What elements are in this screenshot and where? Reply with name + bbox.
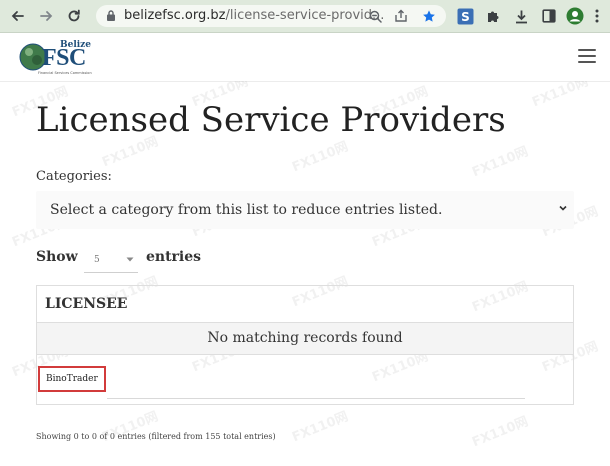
browser-toolbar: belizefsc.org.bz/license-service-provid.… [0, 0, 610, 33]
share-icon [395, 9, 407, 22]
downloads-button[interactable] [512, 7, 530, 25]
forward-icon [40, 11, 53, 21]
extension-s-button[interactable]: S [456, 7, 474, 25]
lock-icon [107, 10, 115, 21]
table-header-label: LICENSEE [45, 296, 128, 312]
zoom-button[interactable] [368, 9, 382, 23]
reload-icon [68, 9, 80, 22]
svg-text:S: S [461, 10, 470, 24]
extension-s-icon: S [457, 8, 473, 24]
bookmark-star-icon [423, 9, 435, 22]
side-panel-button[interactable] [540, 7, 558, 25]
address-bar[interactable]: belizefsc.org.bz/license-service-provid.… [96, 5, 446, 27]
entries-per-page-value: 5 [94, 255, 100, 265]
profile-button[interactable] [566, 7, 584, 25]
entries-label: entries [146, 249, 202, 265]
menu-button[interactable] [592, 7, 602, 25]
profile-icon [566, 7, 584, 25]
table-empty-row: No matching records found [37, 323, 573, 355]
categories-label: Categories: [36, 169, 112, 184]
watermark: FX110网 [470, 414, 531, 451]
watermark: FX110网 [470, 144, 531, 181]
watermark: FX110网 [290, 139, 351, 176]
caret-down-icon [126, 257, 134, 262]
kebab-menu-icon [595, 9, 599, 23]
download-icon [515, 10, 527, 23]
address-url: belizefsc.org.bz/license-service-provid.… [124, 8, 385, 23]
search-underline [107, 398, 525, 399]
sidepanel-icon [542, 9, 556, 23]
logo-tagline: Financial Services Commission [38, 71, 92, 75]
show-label: Show [36, 249, 78, 265]
logo-fsc-text: FSC [42, 45, 86, 71]
entries-per-page-select[interactable]: 5 [84, 248, 138, 273]
no-records-message: No matching records found [207, 330, 403, 346]
hamburger-menu-icon[interactable] [578, 49, 596, 65]
watermark: FX110网 [290, 409, 351, 446]
back-button[interactable] [8, 6, 28, 26]
watermark: FX110网 [530, 81, 591, 111]
puzzle-icon [487, 11, 498, 22]
chevron-down-icon [559, 205, 567, 211]
category-select[interactable]: Select a category from this list to redu… [36, 191, 574, 229]
forward-button[interactable] [36, 6, 56, 26]
fsc-logo[interactable]: Belize FSC Financial Services Commission [18, 39, 98, 77]
page-title: Licensed Service Providers [36, 100, 506, 140]
table-info: Showing 0 to 0 of 0 entries (filtered fr… [36, 432, 276, 441]
table-header-licensee[interactable]: LICENSEE [37, 286, 573, 323]
site-header: Belize FSC Financial Services Commission [0, 33, 610, 82]
category-select-value: Select a category from this list to redu… [50, 202, 443, 218]
zoom-icon [369, 10, 382, 23]
licensee-search-input[interactable]: BinoTrader [38, 366, 106, 392]
licensee-search-value: BinoTrader [46, 374, 98, 384]
reload-button[interactable] [64, 6, 84, 26]
back-icon [11, 11, 24, 21]
extensions-button[interactable] [484, 7, 502, 25]
bookmark-button[interactable] [422, 9, 436, 23]
licensee-table: LICENSEE No matching records found BinoT… [36, 285, 574, 405]
share-button[interactable] [394, 9, 408, 23]
